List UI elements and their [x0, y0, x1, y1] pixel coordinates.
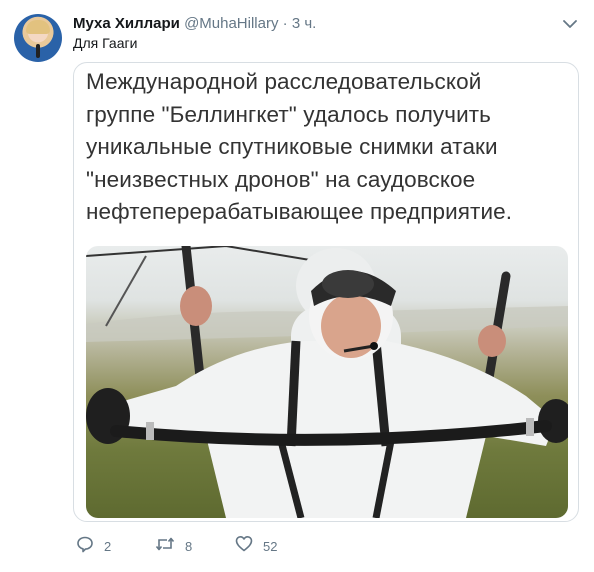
separator-dot: · [282, 15, 288, 32]
tweet-timestamp[interactable]: 3 ч. [292, 15, 317, 32]
reply-icon [76, 535, 94, 558]
like-count: 52 [263, 538, 278, 554]
heart-icon [235, 535, 253, 557]
reply-count: 2 [104, 538, 112, 554]
caption-line: Международной расследовательской [86, 69, 482, 94]
reply-button[interactable]: 2 [76, 535, 111, 557]
tweet-actions: 2 8 52 [73, 535, 573, 557]
tweet-text: Для Гааги [73, 35, 138, 51]
avatar[interactable] [14, 14, 62, 62]
caption-line: группе "Беллингкет" удалось получить [86, 101, 491, 127]
chevron-down-icon[interactable] [560, 14, 580, 34]
retweet-button[interactable]: 8 [155, 535, 192, 557]
media-card[interactable]: Международной расследовательской группе … [73, 62, 579, 522]
tweet-header: Муха Хиллари @MuhaHillary · 3 ч. [73, 15, 316, 33]
retweet-icon [155, 535, 175, 558]
author-handle[interactable]: @MuhaHillary [184, 15, 278, 32]
tweet[interactable]: Муха Хиллари @MuhaHillary · 3 ч. Для Гаа… [0, 0, 594, 572]
author-name[interactable]: Муха Хиллари [73, 15, 180, 32]
like-button[interactable]: 52 [235, 535, 277, 557]
caption-line: уникальные спутниковые снимки атаки [86, 134, 498, 160]
caption-line: "неизвестных дронов" на саудовское [86, 166, 476, 192]
caption-line: нефтеперерабатывающее предприятие. [86, 199, 513, 225]
card-caption: Международной расследовательской группе … [86, 66, 576, 229]
tweet-photo[interactable] [86, 246, 568, 518]
retweet-count: 8 [185, 538, 193, 554]
